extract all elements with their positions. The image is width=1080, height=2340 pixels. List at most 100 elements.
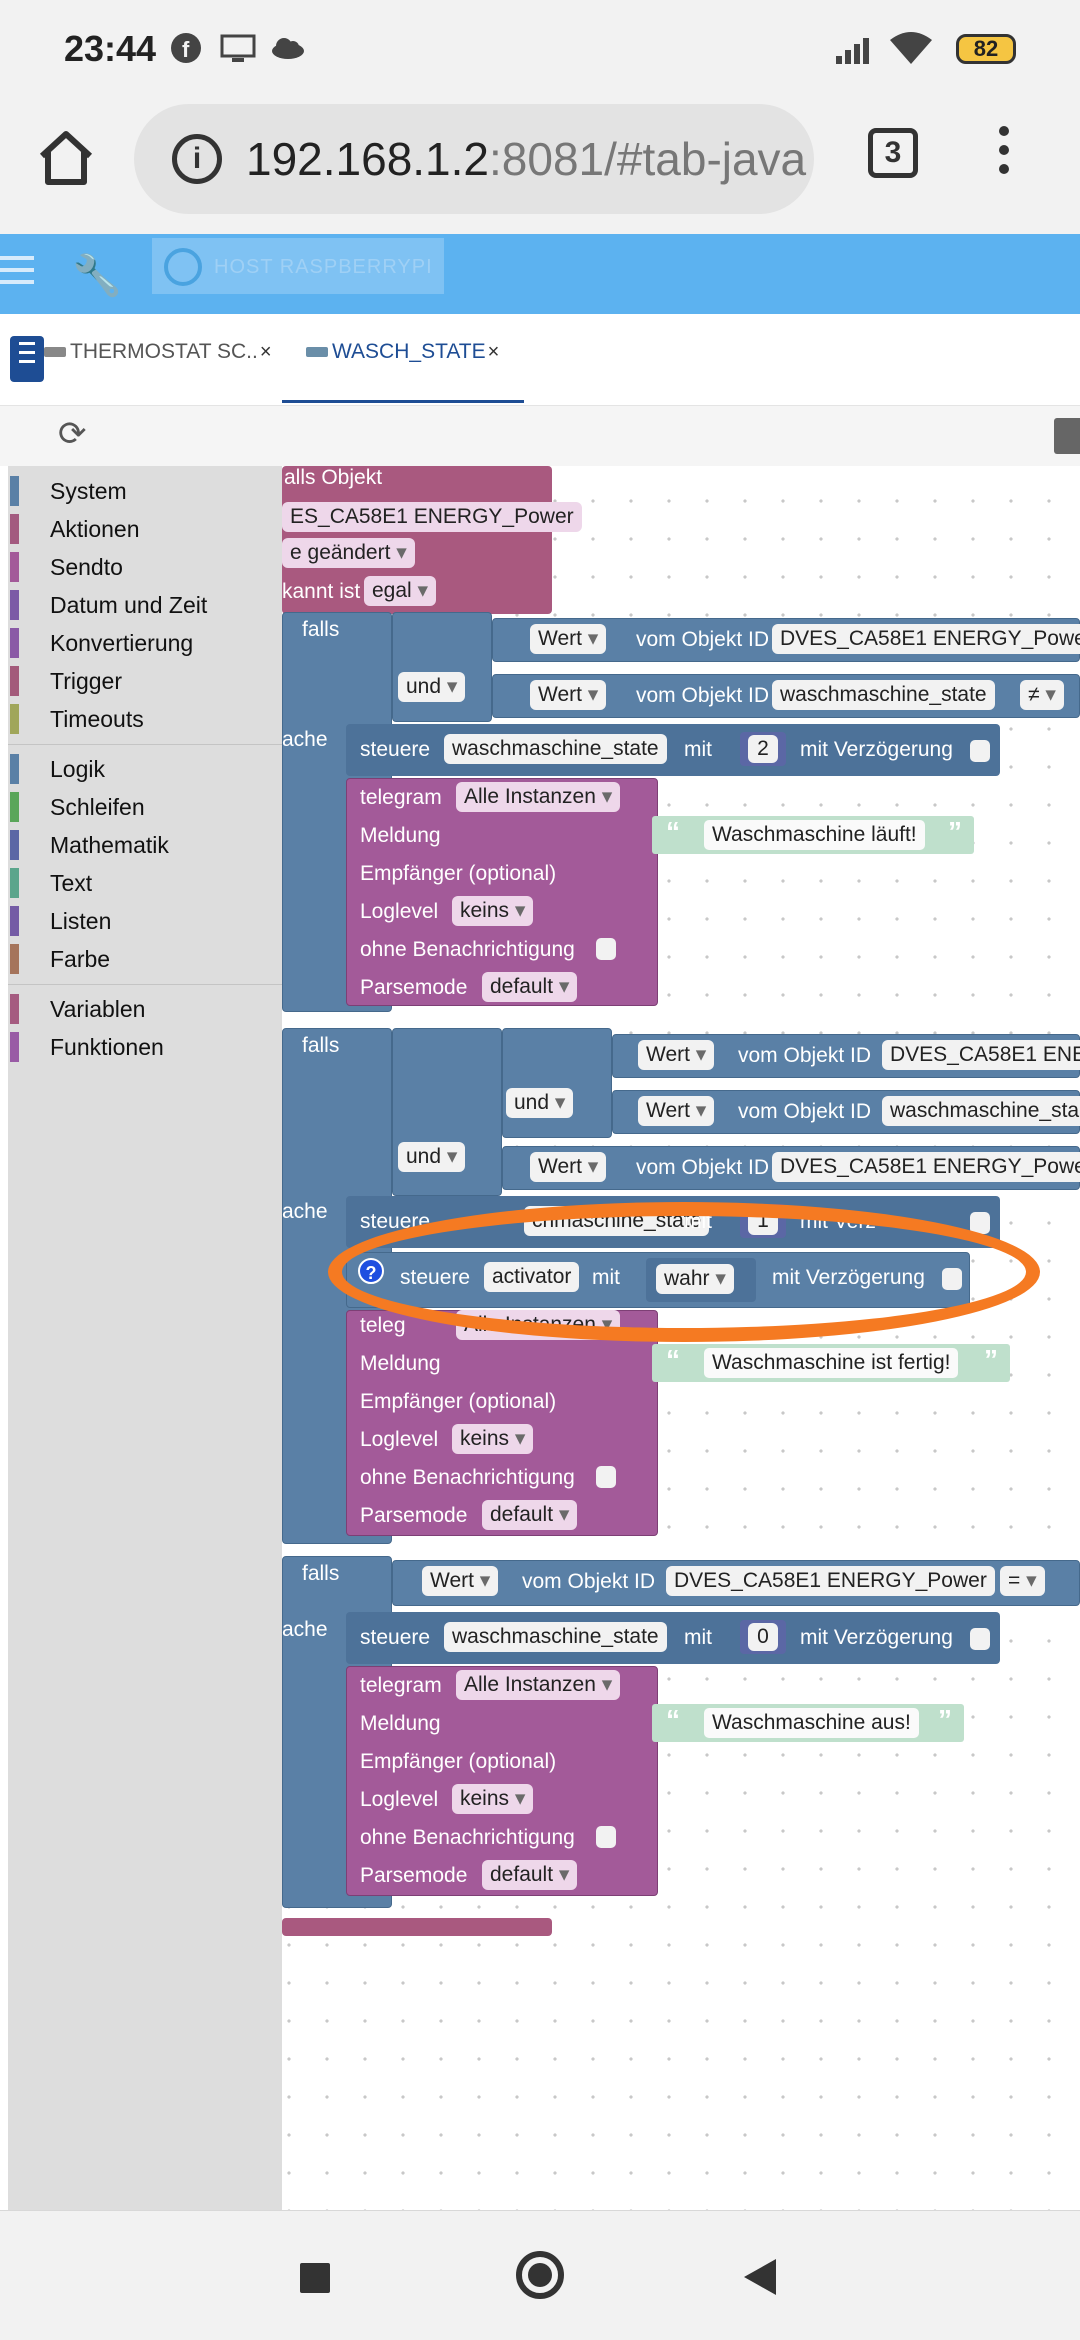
loglevel-dropdown[interactable]: keins xyxy=(452,896,534,926)
trigger-block[interactable]: alls Objekt ES_CA58E1 ENERGY_Power e geä… xyxy=(282,466,582,614)
close-icon[interactable]: × xyxy=(488,341,500,363)
text-block[interactable]: “ Waschmaschine aus! ” xyxy=(652,1704,964,1742)
toolbox-category[interactable]: Sendto xyxy=(8,552,282,586)
toolbox-category[interactable]: Logik xyxy=(8,754,282,788)
loglevel-dropdown[interactable]: keins xyxy=(452,1424,534,1454)
message-text[interactable]: Waschmaschine aus! xyxy=(704,1708,919,1738)
address-bar[interactable]: i 192.168.1.2:8081/#tab-java xyxy=(134,104,814,214)
recipient-label: Empfänger (optional) xyxy=(360,1390,557,1413)
toolbox-category[interactable]: Farbe xyxy=(8,944,282,978)
toolbox-category[interactable]: Funktionen xyxy=(8,1032,282,1066)
object-id-field[interactable]: DVES_CA58E1 ENERGY_Power xyxy=(666,1566,995,1596)
document-icon[interactable] xyxy=(1054,418,1080,454)
message-text[interactable]: Waschmaschine ist fertig! xyxy=(704,1348,959,1378)
text-block[interactable]: “ Waschmaschine läuft! ” xyxy=(652,816,974,854)
trigger-change-dropdown[interactable]: e geändert xyxy=(282,538,415,568)
object-id-field[interactable]: waschmaschine_state xyxy=(772,680,995,710)
delay-checkbox[interactable] xyxy=(970,740,990,762)
tab-switcher-button[interactable]: 3 xyxy=(868,128,918,178)
refresh-icon[interactable]: ⟳ xyxy=(58,414,87,454)
value-dropdown[interactable]: Wert xyxy=(530,680,607,710)
category-label: Variablen xyxy=(50,996,146,1022)
if-label: falls xyxy=(302,618,340,641)
operator-dropdown[interactable]: = xyxy=(1000,1566,1045,1596)
script-icon xyxy=(306,347,328,358)
silent-checkbox[interactable] xyxy=(596,938,616,960)
clock: 23:44 xyxy=(64,28,157,69)
value-dropdown[interactable]: Wert xyxy=(422,1566,499,1596)
toolbox-category[interactable]: Variablen xyxy=(8,994,282,1028)
browser-toolbar: i 192.168.1.2:8081/#tab-java 3 xyxy=(0,96,1080,234)
state-field[interactable]: waschmaschine_state xyxy=(444,1622,667,1652)
silent-checkbox[interactable] xyxy=(596,1466,616,1488)
object-id-field[interactable]: DVES_CA58E1 ENERGY_Power xyxy=(772,1152,1080,1182)
info-icon[interactable]: i xyxy=(172,134,222,184)
category-label: Listen xyxy=(50,908,112,934)
text-block[interactable]: “ Waschmaschine ist fertig! ” xyxy=(652,1344,1010,1382)
delay-label: mit Verzögerung xyxy=(800,738,953,761)
trigger-object-field[interactable]: ES_CA58E1 ENERGY_Power xyxy=(282,502,582,532)
highlight-annotation xyxy=(328,1202,1040,1342)
close-icon[interactable]: × xyxy=(260,341,272,363)
app-header: 🔧 HOST RASPBERRYPI xyxy=(0,234,1080,314)
operator-dropdown[interactable]: ≠ xyxy=(1020,680,1064,710)
and-dropdown[interactable]: und xyxy=(398,672,466,702)
toolbox-category[interactable]: Mathematik xyxy=(8,830,282,864)
state-field[interactable]: waschmaschine_state xyxy=(444,734,667,764)
toolbox-category[interactable]: Text xyxy=(8,868,282,902)
toolbox-category[interactable]: Datum und Zeit xyxy=(8,590,282,624)
instance-dropdown[interactable]: Alle Instanzen xyxy=(456,782,621,812)
toolbox-separator xyxy=(8,744,282,745)
category-color-swatch xyxy=(10,590,19,620)
message-label: Meldung xyxy=(360,1352,441,1375)
loglevel-dropdown[interactable]: keins xyxy=(452,1784,534,1814)
menu-icon[interactable] xyxy=(0,256,34,290)
tab-wasch-state[interactable]: WASCH_STATE × xyxy=(306,340,499,384)
toolbox-category[interactable]: Timeouts xyxy=(8,704,282,738)
home-icon[interactable] xyxy=(34,126,98,190)
value-dropdown[interactable]: Wert xyxy=(638,1096,715,1126)
object-id-field[interactable]: DVES_CA58E1 ENERGY_Power xyxy=(772,624,1080,654)
toolbox-category[interactable]: System xyxy=(8,476,282,510)
object-id-field[interactable]: waschmaschine_sta xyxy=(882,1096,1080,1126)
back-button[interactable] xyxy=(744,2259,776,2295)
ack-dropdown[interactable]: egal xyxy=(364,576,437,606)
value-dropdown[interactable]: Wert xyxy=(530,624,607,654)
parsemode-dropdown[interactable]: default xyxy=(482,1500,578,1530)
home-button[interactable] xyxy=(516,2251,564,2299)
message-text[interactable]: Waschmaschine läuft! xyxy=(704,820,925,850)
instance-dropdown[interactable]: Alle Instanzen xyxy=(456,1670,621,1700)
number-value[interactable]: 0 xyxy=(748,1623,778,1651)
silent-checkbox[interactable] xyxy=(596,1826,616,1848)
and-block-1[interactable] xyxy=(392,612,492,722)
script-icon xyxy=(44,347,66,358)
parsemode-dropdown[interactable]: default xyxy=(482,972,578,1002)
and-dropdown[interactable]: und xyxy=(506,1088,574,1118)
set-label: steuere xyxy=(360,738,431,761)
object-id-label: vom Objekt ID xyxy=(636,684,770,707)
object-id-field[interactable]: DVES_CA58E1 ENE xyxy=(882,1040,1080,1070)
toolbox-category[interactable]: Trigger xyxy=(8,666,282,700)
message-label: Meldung xyxy=(360,1712,441,1735)
toolbox-category[interactable]: Listen xyxy=(8,906,282,940)
delay-checkbox[interactable] xyxy=(970,1628,990,1650)
url-text[interactable]: 192.168.1.2:8081/#tab-java xyxy=(246,132,806,186)
wrench-icon[interactable]: 🔧 xyxy=(72,252,122,299)
number-block[interactable]: 0 xyxy=(740,1620,786,1654)
and-block-2-inner[interactable] xyxy=(502,1028,612,1138)
and-dropdown[interactable]: und xyxy=(398,1142,466,1172)
toolbox-category[interactable]: Konvertierung xyxy=(8,628,282,662)
parsemode-dropdown[interactable]: default xyxy=(482,1860,578,1890)
recents-button[interactable] xyxy=(300,2263,330,2293)
value-dropdown[interactable]: Wert xyxy=(638,1040,715,1070)
number-block[interactable]: 2 xyxy=(740,732,786,766)
toggle-tree-icon[interactable] xyxy=(10,336,44,382)
toolbox-category[interactable]: Schleifen xyxy=(8,792,282,826)
more-options-icon[interactable] xyxy=(994,126,1014,186)
value-dropdown[interactable]: Wert xyxy=(530,1152,607,1182)
host-selector[interactable]: HOST RASPBERRYPI xyxy=(152,238,444,294)
parsemode-label: Parsemode xyxy=(360,1864,468,1887)
number-value[interactable]: 2 xyxy=(748,735,778,763)
toolbox-category[interactable]: Aktionen xyxy=(8,514,282,548)
tab-thermostat[interactable]: THERMOSTAT SC.. × xyxy=(44,340,272,384)
